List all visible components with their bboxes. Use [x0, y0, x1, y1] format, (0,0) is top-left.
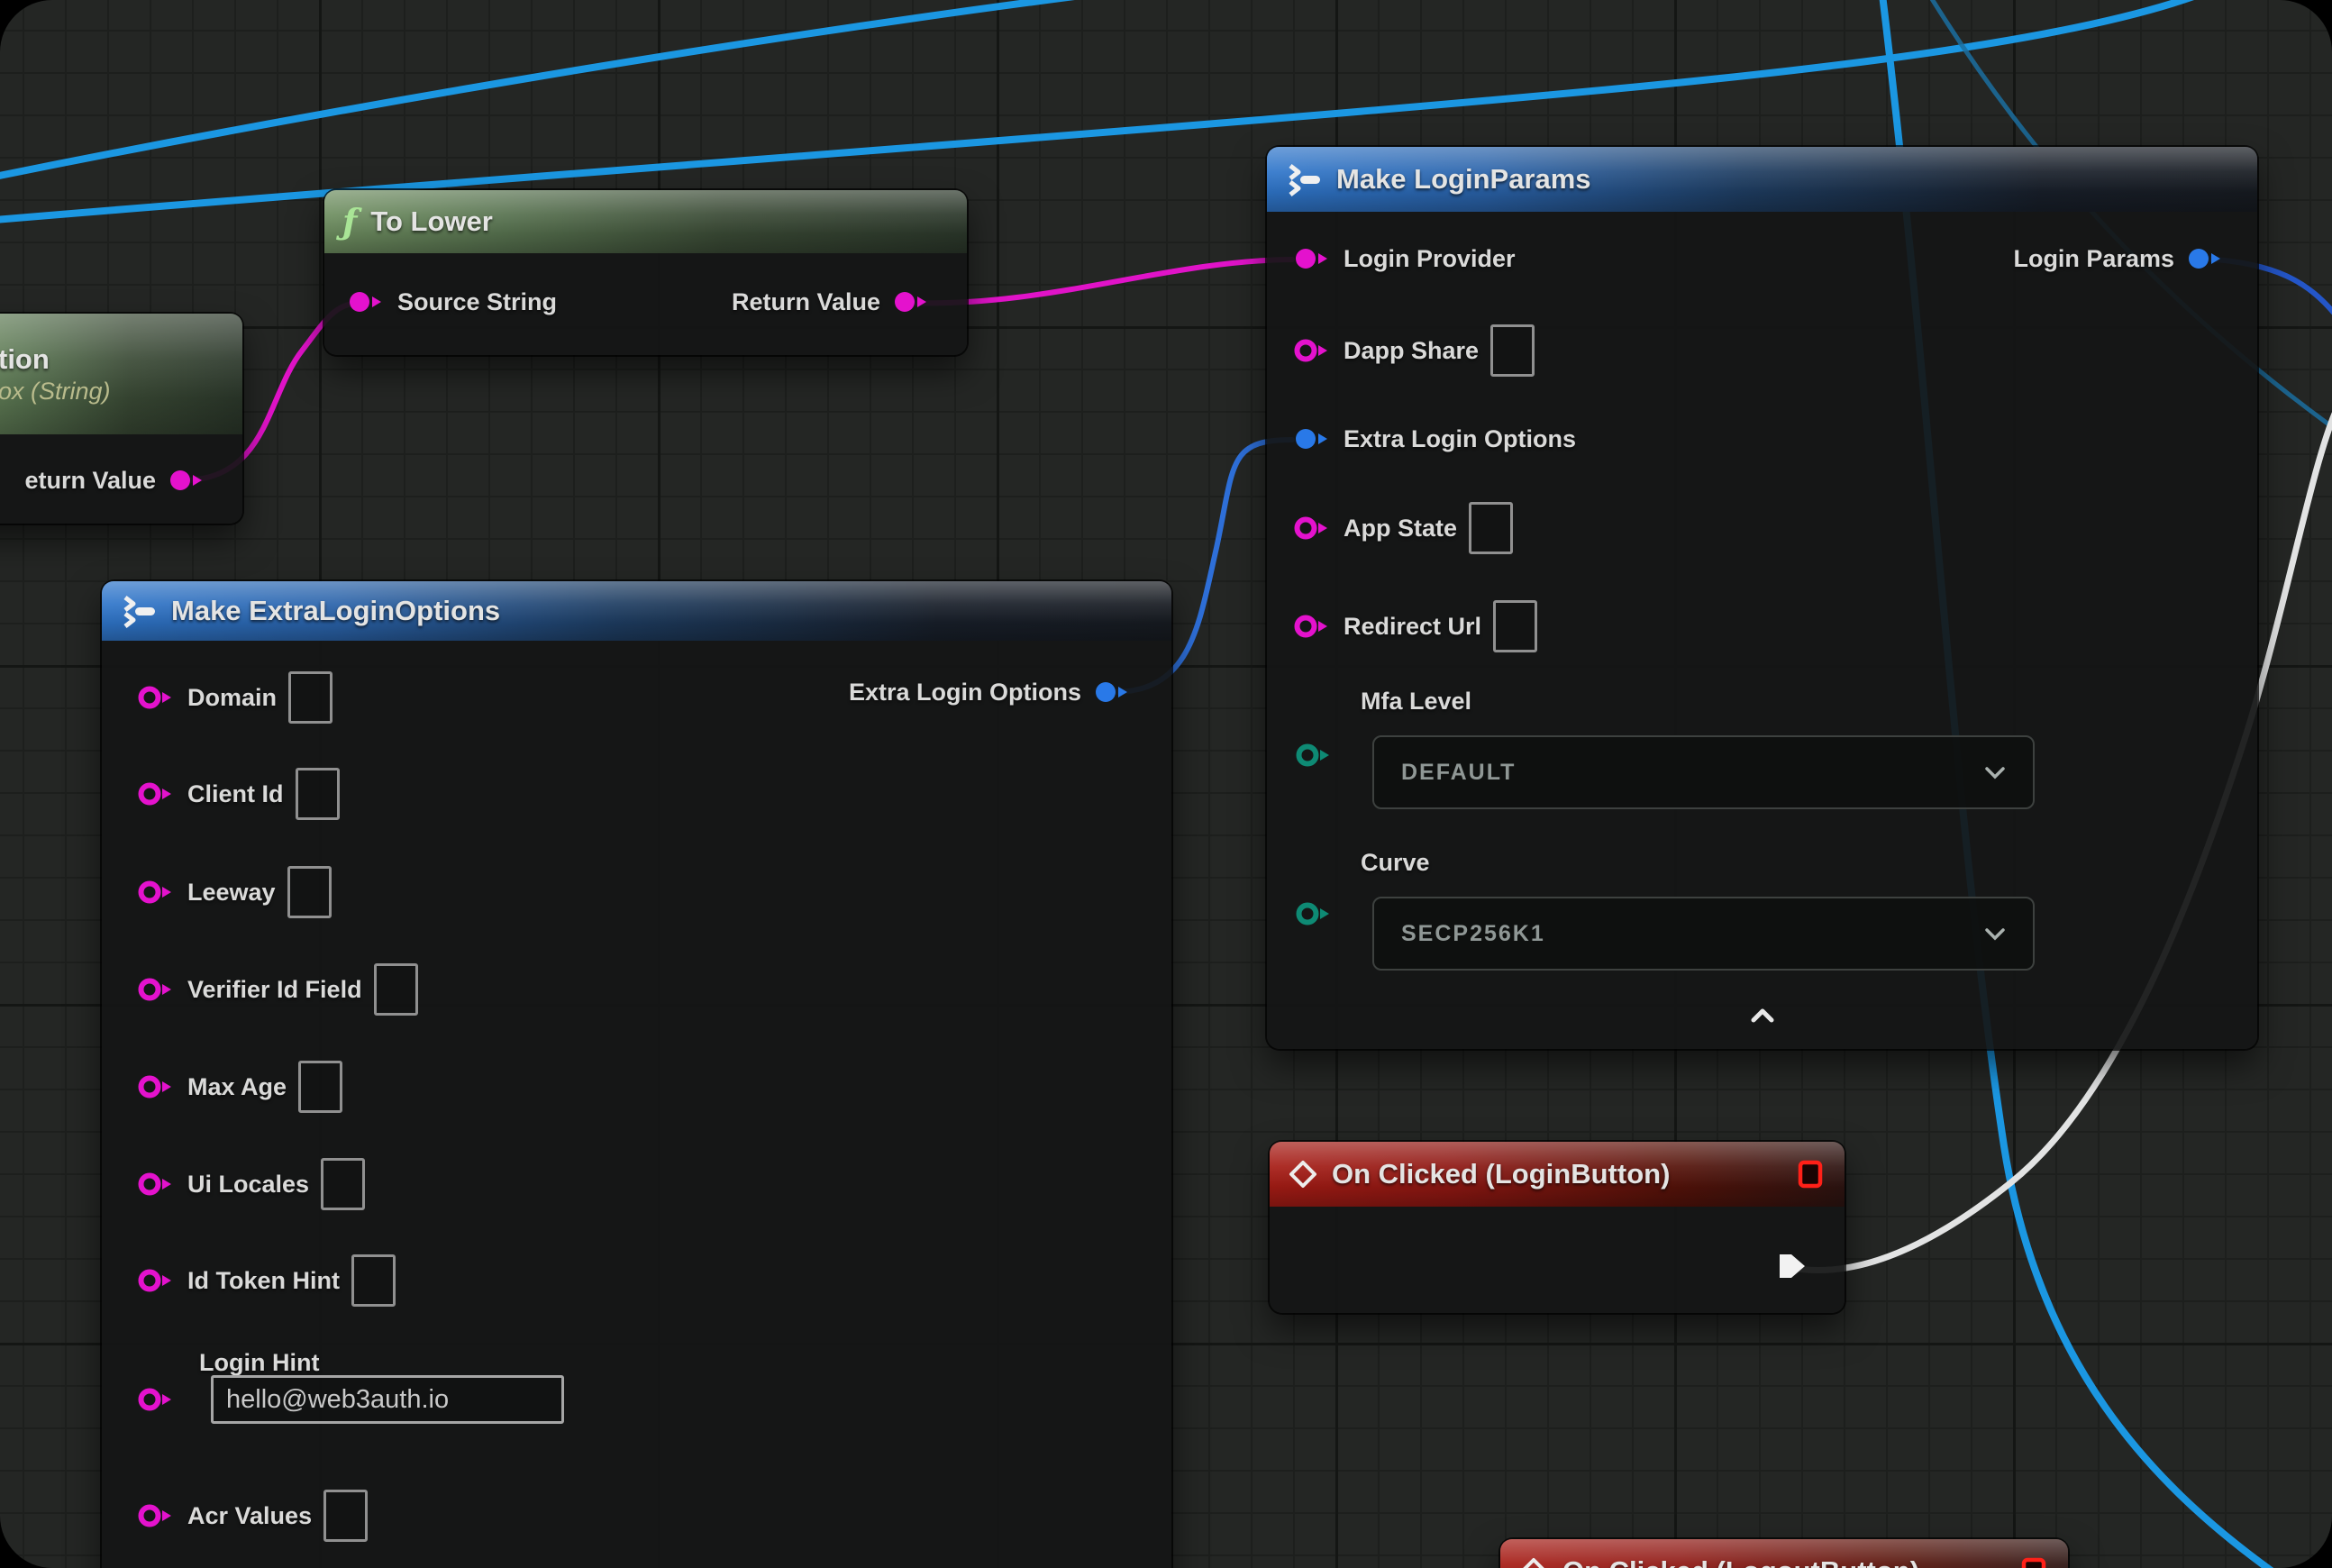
domain-value-input[interactable] [288, 671, 332, 724]
wire-magenta-tolower-to-provider[interactable] [910, 260, 1292, 303]
node-logout-event-header[interactable]: On Clicked (LogoutButton) [1500, 1539, 2068, 1568]
pin-app-state-input[interactable] [1292, 515, 1332, 542]
node-title: On Clicked (LoginButton) [1332, 1158, 1670, 1190]
id-token-hint-value-input[interactable] [351, 1254, 396, 1307]
pin-label-return-value: Return Value [732, 288, 880, 316]
pin-max-age-input[interactable] [136, 1073, 176, 1100]
leeway-value-input[interactable] [287, 866, 332, 918]
curve-label: Curve [1361, 849, 1430, 877]
pin-leeway-input[interactable] [136, 879, 176, 906]
pin-label-ui-locales: Ui Locales [187, 1171, 309, 1199]
pin-return-value-output[interactable] [167, 467, 206, 494]
pin-mfa-level-input[interactable] [1294, 742, 1334, 769]
mfa-level-dropdown[interactable]: DEFAULT [1372, 735, 2035, 809]
pin-id-token-hint-input[interactable] [136, 1267, 176, 1294]
pin-client-id-input[interactable] [136, 780, 176, 807]
make-struct-icon [120, 594, 158, 628]
event-bind-box-icon[interactable] [2021, 1557, 2046, 1568]
pin-label-verifier-id-field: Verifier Id Field [187, 976, 362, 1004]
pin-redirect-url-input[interactable] [1292, 613, 1332, 640]
max-age-value-input[interactable] [298, 1061, 342, 1113]
pin-label-leeway: Leeway [187, 879, 276, 907]
curve-dropdown[interactable]: SECP256K1 [1372, 897, 2035, 971]
node-params-header[interactable]: Make LoginParams [1267, 147, 2257, 212]
pin-login-hint-input[interactable] [136, 1386, 176, 1413]
pin-source-string-input[interactable] [346, 288, 386, 315]
node-title: tion [0, 343, 50, 376]
redirect-url-value-input[interactable] [1493, 600, 1537, 652]
pin-label-login-provider: Login Provider [1344, 245, 1516, 273]
app-state-value-input[interactable] [1469, 502, 1513, 554]
pin-login-params-output[interactable] [2185, 245, 2225, 272]
pin-ui-locales-input[interactable] [136, 1171, 176, 1198]
pin-dapp-share-input[interactable] [1292, 337, 1332, 364]
exec-output-pin[interactable] [1778, 1253, 1807, 1280]
pin-label-extra-login-options: Extra Login Options [1344, 425, 1576, 453]
pin-label-max-age: Max Age [187, 1073, 287, 1101]
collapse-node-chevron[interactable] [1750, 1007, 1775, 1024]
dapp-share-value-input[interactable] [1490, 324, 1535, 377]
node-make-login-params[interactable]: Make LoginParams Login Provider Login Pa… [1267, 147, 2257, 1049]
pin-label-acr-values: Acr Values [187, 1502, 312, 1530]
pin-label-extra-login-options-out: Extra Login Options [849, 679, 1081, 707]
ui-locales-value-input[interactable] [321, 1158, 365, 1210]
node-extra-header[interactable]: Make ExtraLoginOptions [102, 581, 1171, 641]
mfa-level-value: DEFAULT [1401, 760, 1516, 786]
pin-domain-input[interactable] [136, 684, 176, 711]
pin-label-client-id: Client Id [187, 780, 284, 808]
event-diamond-icon [1518, 1556, 1549, 1568]
pin-verifier-id-field-input[interactable] [136, 976, 176, 1003]
event-bind-box-icon[interactable] [1798, 1160, 1823, 1189]
node-title: Make ExtraLoginOptions [171, 595, 500, 627]
pin-label-app-state: App State [1344, 515, 1457, 542]
mfa-level-label: Mfa Level [1361, 688, 1471, 716]
pin-label-domain: Domain [187, 684, 277, 712]
wire-cyan-top-a[interactable] [0, 0, 1089, 177]
function-f-icon: ƒ [342, 205, 357, 239]
curve-value: SECP256K1 [1401, 921, 1545, 947]
pin-return-value-output[interactable] [891, 288, 931, 315]
make-struct-icon [1285, 162, 1323, 196]
pin-acr-values-input[interactable] [136, 1502, 176, 1529]
node-on-clicked-login-button[interactable]: On Clicked (LoginButton) [1270, 1142, 1845, 1313]
acr-values-value-input[interactable] [323, 1490, 368, 1542]
pin-label-redirect-url: Redirect Url [1344, 613, 1481, 641]
pin-label-id-token-hint: Id Token Hint [187, 1267, 340, 1295]
node-title: To Lower [370, 205, 492, 238]
node-text-source-header[interactable]: tion ox (String) [0, 314, 242, 434]
node-title: Make LoginParams [1336, 163, 1591, 196]
node-text-source-partial[interactable]: tion ox (String) eturn Value [0, 314, 242, 524]
login-hint-value-input[interactable]: hello@web3auth.io [211, 1375, 564, 1424]
event-diamond-icon [1288, 1159, 1318, 1190]
node-on-clicked-logout-button[interactable]: On Clicked (LogoutButton) [1500, 1539, 2068, 1568]
node-subtitle: ox (String) [0, 378, 111, 406]
pin-label-dapp-share: Dapp Share [1344, 337, 1479, 365]
pin-label-source-string: Source String [397, 288, 557, 316]
node-title: On Clicked (LogoutButton) [1562, 1555, 1919, 1568]
node-to-lower[interactable]: ƒ To Lower Source String Return Value [324, 190, 967, 355]
pin-curve-input[interactable] [1294, 900, 1334, 927]
pin-extra-login-options-output[interactable] [1092, 679, 1132, 706]
node-login-event-header[interactable]: On Clicked (LoginButton) [1270, 1142, 1845, 1207]
verifier-id-field-value-input[interactable] [374, 963, 418, 1016]
pin-login-provider-input[interactable] [1292, 245, 1332, 272]
node-to-lower-header[interactable]: ƒ To Lower [324, 190, 967, 253]
pin-label-return-value: eturn Value [24, 467, 156, 495]
pin-extra-login-options-input[interactable] [1292, 425, 1332, 452]
chevron-down-icon [1984, 766, 2006, 779]
blueprint-graph-canvas[interactable]: tion ox (String) eturn Value ƒ To Lower … [0, 0, 2332, 1568]
client-id-value-input[interactable] [296, 768, 340, 820]
pin-label-login-params-out: Login Params [2013, 245, 2174, 273]
node-make-extra-login-options[interactable]: Make ExtraLoginOptions Extra Login Optio… [102, 581, 1171, 1568]
chevron-down-icon [1984, 927, 2006, 941]
